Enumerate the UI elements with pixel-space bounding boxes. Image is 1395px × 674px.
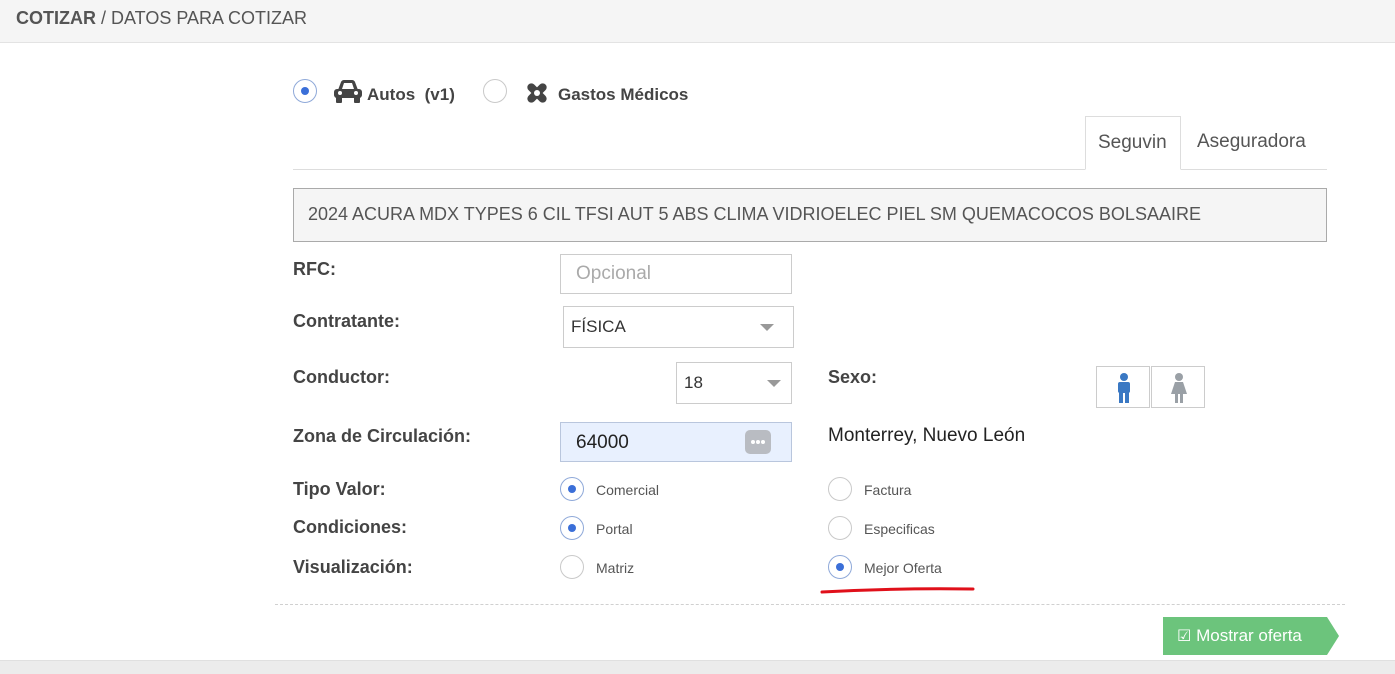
sexo-label: Sexo: xyxy=(828,367,878,387)
autos-label[interactable]: Autos (v1) xyxy=(367,85,455,105)
breadcrumb-section[interactable]: COTIZAR xyxy=(16,8,96,28)
medical-bandage-icon xyxy=(527,83,547,103)
checkbox-icon: ☑ xyxy=(1177,628,1192,645)
contratante-select[interactable]: FÍSICA xyxy=(563,306,794,348)
rfc-input[interactable]: Opcional xyxy=(560,254,792,294)
breadcrumb-page: DATOS PARA COTIZAR xyxy=(111,8,308,28)
tab-aseguradora[interactable]: Aseguradora xyxy=(1185,116,1325,170)
chevron-down-icon xyxy=(760,324,774,331)
autos-radio[interactable] xyxy=(293,79,317,103)
male-icon xyxy=(1118,373,1130,403)
form-divider xyxy=(275,604,1345,605)
more-options-icon[interactable] xyxy=(745,430,771,454)
mostrar-oferta-button[interactable]: ☑ Mostrar oferta xyxy=(1163,617,1339,655)
visualizacion-label: Visualización: xyxy=(293,557,413,577)
zona-input[interactable]: 64000 xyxy=(560,422,792,462)
visualizacion-mejor-oferta-label[interactable]: Mejor Oferta xyxy=(864,560,942,576)
conductor-label: Conductor: xyxy=(293,367,390,387)
tab-seguvin[interactable]: Seguvin xyxy=(1085,116,1181,170)
gastos-medicos-radio[interactable] xyxy=(483,79,507,103)
breadcrumb-separator: / xyxy=(96,8,112,28)
rfc-label: RFC: xyxy=(293,259,336,279)
annotation-underline xyxy=(820,587,975,594)
sexo-male-button[interactable] xyxy=(1096,366,1150,408)
tipo-valor-comercial-radio[interactable] xyxy=(560,477,584,501)
footer-bar xyxy=(0,660,1395,674)
condiciones-especificas-radio[interactable] xyxy=(828,516,852,540)
zona-label: Zona de Circulación: xyxy=(293,426,472,446)
sexo-female-button[interactable] xyxy=(1151,366,1205,408)
visualizacion-matriz-radio[interactable] xyxy=(560,555,584,579)
visualizacion-mejor-oferta-radio[interactable] xyxy=(828,555,852,579)
zona-city: Monterrey, Nuevo León xyxy=(828,425,1026,446)
header-bar: COTIZAR / DATOS PARA COTIZAR xyxy=(0,0,1395,43)
condiciones-portal-label[interactable]: Portal xyxy=(596,521,633,537)
autos-version: (v1) xyxy=(424,85,455,104)
chevron-down-icon xyxy=(767,380,781,387)
conductor-value: 18 xyxy=(684,373,703,392)
contratante-value: FÍSICA xyxy=(571,317,626,336)
condiciones-especificas-label[interactable]: Especificas xyxy=(864,521,935,537)
condiciones-label: Condiciones: xyxy=(293,517,408,537)
conductor-age-select[interactable]: 18 xyxy=(676,362,792,404)
zona-value: 64000 xyxy=(576,432,629,453)
female-icon xyxy=(1171,373,1187,403)
breadcrumb: COTIZAR / DATOS PARA COTIZAR xyxy=(16,8,307,29)
gastos-medicos-label[interactable]: Gastos Médicos xyxy=(558,85,688,105)
vehicle-description: 2024 ACURA MDX TYPES 6 CIL TFSI AUT 5 AB… xyxy=(293,188,1327,242)
tipo-valor-factura-label[interactable]: Factura xyxy=(864,482,911,498)
tipo-valor-label: Tipo Valor: xyxy=(293,479,386,499)
tipo-valor-comercial-label[interactable]: Comercial xyxy=(596,482,659,498)
visualizacion-matriz-label[interactable]: Matriz xyxy=(596,560,634,576)
car-icon xyxy=(334,80,362,103)
condiciones-portal-radio[interactable] xyxy=(560,516,584,540)
rfc-placeholder: Opcional xyxy=(576,263,651,284)
contratante-label: Contratante: xyxy=(293,311,400,331)
mostrar-oferta-label: Mostrar oferta xyxy=(1196,626,1302,645)
tipo-valor-factura-radio[interactable] xyxy=(828,477,852,501)
